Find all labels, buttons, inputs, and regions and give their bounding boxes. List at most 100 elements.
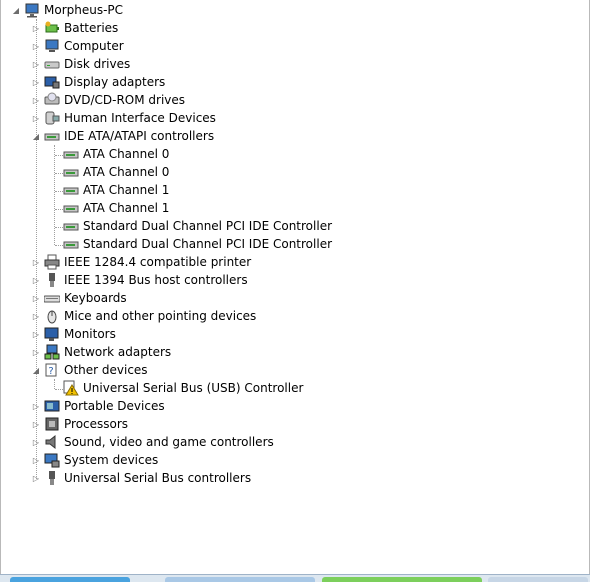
tree-root[interactable]: ◢ Morpheus-PC bbox=[11, 1, 123, 19]
taskbar-button[interactable] bbox=[10, 577, 130, 582]
category-keyboards[interactable]: ▷ Keyboards bbox=[31, 289, 127, 307]
network-adapter-icon bbox=[44, 344, 60, 360]
category-label: Portable Devices bbox=[64, 399, 165, 413]
tree-line bbox=[55, 155, 63, 156]
category-ide-controllers[interactable]: ◢ IDE ATA/ATAPI controllers bbox=[31, 127, 214, 145]
svg-text:?: ? bbox=[48, 366, 53, 377]
display-adapter-icon bbox=[44, 74, 60, 90]
category-network-adapters[interactable]: ▷ Network adapters bbox=[31, 343, 171, 361]
category-label: Computer bbox=[64, 39, 124, 53]
computer-name: Morpheus-PC bbox=[44, 3, 124, 17]
device-label: Universal Serial Bus (USB) Controller bbox=[83, 381, 304, 395]
expand-arrow-icon[interactable]: ▷ bbox=[31, 41, 41, 51]
expand-arrow-icon[interactable]: ▷ bbox=[31, 113, 41, 123]
collapse-arrow-icon[interactable]: ◢ bbox=[11, 5, 21, 15]
keyboard-icon bbox=[44, 290, 60, 306]
dvd-drive-icon bbox=[44, 92, 60, 108]
expand-arrow-icon[interactable]: ▷ bbox=[31, 473, 41, 483]
category-ieee1284-printer[interactable]: ▷ IEEE 1284.4 compatible printer bbox=[31, 253, 251, 271]
tree-line bbox=[54, 145, 55, 245]
category-label: Network adapters bbox=[64, 345, 172, 359]
category-portable-devices[interactable]: ▷ Portable Devices bbox=[31, 397, 165, 415]
expand-arrow-icon[interactable]: ▷ bbox=[31, 23, 41, 33]
device-ata-channel-0[interactable]: ATA Channel 0 bbox=[63, 145, 169, 163]
computer-icon bbox=[24, 2, 40, 18]
expand-arrow-icon[interactable]: ▷ bbox=[31, 401, 41, 411]
category-human-interface-devices[interactable]: ▷ Human Interface Devices bbox=[31, 109, 216, 127]
category-display-adapters[interactable]: ▷ Display adapters bbox=[31, 73, 165, 91]
collapse-arrow-icon[interactable]: ◢ bbox=[31, 365, 41, 375]
device-label: ATA Channel 0 bbox=[83, 165, 170, 179]
category-processors[interactable]: ▷ Processors bbox=[31, 415, 128, 433]
category-monitors[interactable]: ▷ Monitors bbox=[31, 325, 116, 343]
computer-icon bbox=[44, 38, 60, 54]
ide-controller-icon bbox=[44, 128, 60, 144]
category-label: Mice and other pointing devices bbox=[64, 309, 257, 323]
category-batteries[interactable]: ▷ Batteries bbox=[31, 19, 118, 37]
expand-arrow-icon[interactable]: ▷ bbox=[31, 311, 41, 321]
speaker-icon bbox=[44, 434, 60, 450]
taskbar-button[interactable] bbox=[165, 577, 315, 582]
category-disk-drives[interactable]: ▷ Disk drives bbox=[31, 55, 130, 73]
expand-arrow-icon[interactable]: ▷ bbox=[31, 347, 41, 357]
tree-line bbox=[55, 389, 63, 390]
category-label: System devices bbox=[64, 453, 159, 467]
tree-line bbox=[55, 245, 63, 246]
ide-channel-icon bbox=[63, 200, 79, 216]
tree-line bbox=[55, 227, 63, 228]
device-label: ATA Channel 0 bbox=[83, 147, 170, 161]
category-label: Sound, video and game controllers bbox=[64, 435, 274, 449]
category-system-devices[interactable]: ▷ System devices bbox=[31, 451, 158, 469]
device-pci-ide-controller[interactable]: Standard Dual Channel PCI IDE Controller bbox=[63, 217, 332, 235]
expand-arrow-icon[interactable]: ▷ bbox=[31, 77, 41, 87]
category-label: Other devices bbox=[64, 363, 148, 377]
device-ata-channel-0[interactable]: ATA Channel 0 bbox=[63, 163, 169, 181]
other-devices-icon: ? bbox=[44, 362, 60, 378]
expand-arrow-icon[interactable]: ▷ bbox=[31, 257, 41, 267]
category-mice[interactable]: ▷ Mice and other pointing devices bbox=[31, 307, 256, 325]
system-device-icon bbox=[44, 452, 60, 468]
hid-icon bbox=[44, 110, 60, 126]
expand-arrow-icon[interactable]: ▷ bbox=[31, 275, 41, 285]
expand-arrow-icon[interactable]: ▷ bbox=[31, 293, 41, 303]
category-usb-controllers[interactable]: ▷ Universal Serial Bus controllers bbox=[31, 469, 251, 487]
ide-channel-icon bbox=[63, 218, 79, 234]
category-sound-video-game[interactable]: ▷ Sound, video and game controllers bbox=[31, 433, 274, 451]
expand-arrow-icon[interactable]: ▷ bbox=[31, 329, 41, 339]
processor-icon bbox=[44, 416, 60, 432]
expand-arrow-icon[interactable]: ▷ bbox=[31, 455, 41, 465]
category-label: IDE ATA/ATAPI controllers bbox=[64, 129, 215, 143]
collapse-arrow-icon[interactable]: ◢ bbox=[31, 131, 41, 141]
category-computer[interactable]: ▷ Computer bbox=[31, 37, 124, 55]
category-label: Batteries bbox=[64, 21, 119, 35]
device-label: ATA Channel 1 bbox=[83, 183, 170, 197]
expand-arrow-icon[interactable]: ▷ bbox=[31, 437, 41, 447]
device-usb-controller-warning[interactable]: Universal Serial Bus (USB) Controller bbox=[63, 379, 303, 397]
category-label: DVD/CD-ROM drives bbox=[64, 93, 186, 107]
ide-channel-icon bbox=[63, 164, 79, 180]
category-label: Human Interface Devices bbox=[64, 111, 216, 125]
category-label: Processors bbox=[64, 417, 129, 431]
category-other-devices[interactable]: ◢ ? Other devices bbox=[31, 361, 148, 379]
expand-arrow-icon[interactable]: ▷ bbox=[31, 95, 41, 105]
disk-drive-icon bbox=[44, 56, 60, 72]
tree-line bbox=[55, 209, 63, 210]
category-label: IEEE 1284.4 compatible printer bbox=[64, 255, 252, 269]
tree-line bbox=[55, 191, 63, 192]
category-ieee1394-controllers[interactable]: ▷ IEEE 1394 Bus host controllers bbox=[31, 271, 248, 289]
expand-arrow-icon[interactable]: ▷ bbox=[31, 419, 41, 429]
device-label: Standard Dual Channel PCI IDE Controller bbox=[83, 237, 333, 251]
portable-device-icon bbox=[44, 398, 60, 414]
ide-channel-icon bbox=[63, 146, 79, 162]
device-pci-ide-controller[interactable]: Standard Dual Channel PCI IDE Controller bbox=[63, 235, 332, 253]
device-ata-channel-1[interactable]: ATA Channel 1 bbox=[63, 199, 169, 217]
expand-arrow-icon[interactable]: ▷ bbox=[31, 59, 41, 69]
taskbar-button[interactable] bbox=[488, 577, 588, 582]
device-ata-channel-1[interactable]: ATA Channel 1 bbox=[63, 181, 169, 199]
device-manager-pane: ◢ Morpheus-PC ▷ Batteries ▷ Computer ▷ D… bbox=[0, 0, 590, 574]
taskbar-button[interactable] bbox=[322, 577, 482, 582]
printer-icon bbox=[44, 254, 60, 270]
category-label: Disk drives bbox=[64, 57, 131, 71]
category-dvd-drives[interactable]: ▷ DVD/CD-ROM drives bbox=[31, 91, 185, 109]
ieee1394-icon bbox=[44, 272, 60, 288]
